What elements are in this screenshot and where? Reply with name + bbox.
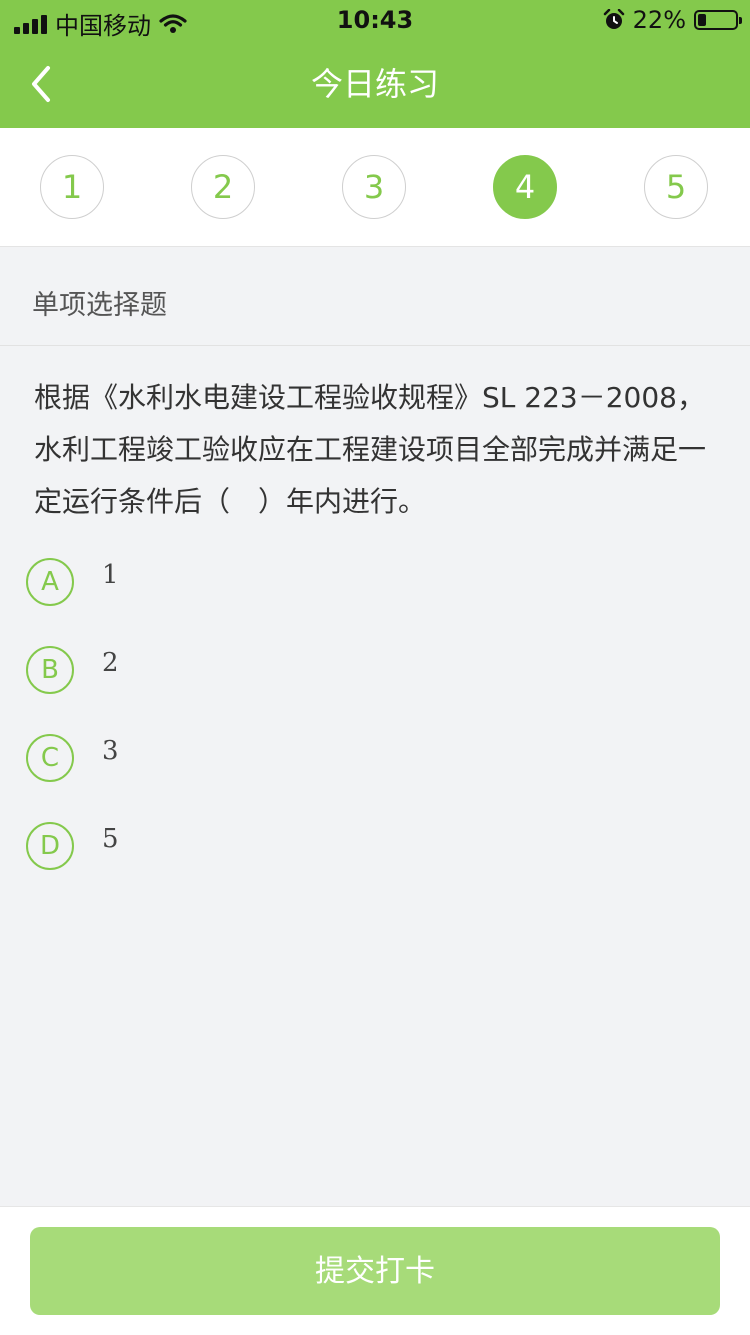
option-d[interactable]: D 5	[26, 822, 676, 874]
nav-bar: 今日练习	[0, 40, 750, 128]
step-2[interactable]: 2	[191, 155, 255, 219]
step-1[interactable]: 1	[40, 155, 104, 219]
option-text-c: 3	[102, 736, 119, 766]
option-b[interactable]: B 2	[26, 646, 676, 698]
option-a[interactable]: A 1	[26, 558, 676, 610]
status-right: 22%	[603, 6, 742, 34]
footer-bar: 提交打卡	[0, 1206, 750, 1335]
option-c[interactable]: C 3	[26, 734, 676, 786]
status-bar: 中国移动 10:43 22%	[0, 0, 750, 40]
question-text: 根据《水利水电建设工程验收规程》SL 223－2008，水利工程竣工验收应在工程…	[34, 381, 707, 518]
question-type-bar: 单项选择题	[0, 247, 750, 346]
alarm-icon	[603, 9, 624, 29]
option-letter-a: A	[26, 558, 74, 606]
option-letter-c: C	[26, 734, 74, 782]
option-letter-d: D	[26, 822, 74, 870]
question-type-label: 单项选择题	[32, 290, 167, 321]
option-letter-b: B	[26, 646, 74, 694]
battery-percent: 22%	[632, 6, 686, 34]
step-5[interactable]: 5	[644, 155, 708, 219]
battery-fill	[698, 14, 706, 26]
step-4[interactable]: 4	[493, 155, 557, 219]
submit-checkin-button[interactable]: 提交打卡	[30, 1227, 720, 1315]
option-text-b: 2	[102, 648, 119, 678]
page-title: 今日练习	[310, 65, 439, 103]
question-stepper: 1 2 3 4 5	[0, 128, 750, 247]
step-3[interactable]: 3	[342, 155, 406, 219]
option-text-d: 5	[102, 824, 119, 854]
option-text-a: 1	[102, 560, 119, 590]
battery-icon	[694, 10, 742, 30]
